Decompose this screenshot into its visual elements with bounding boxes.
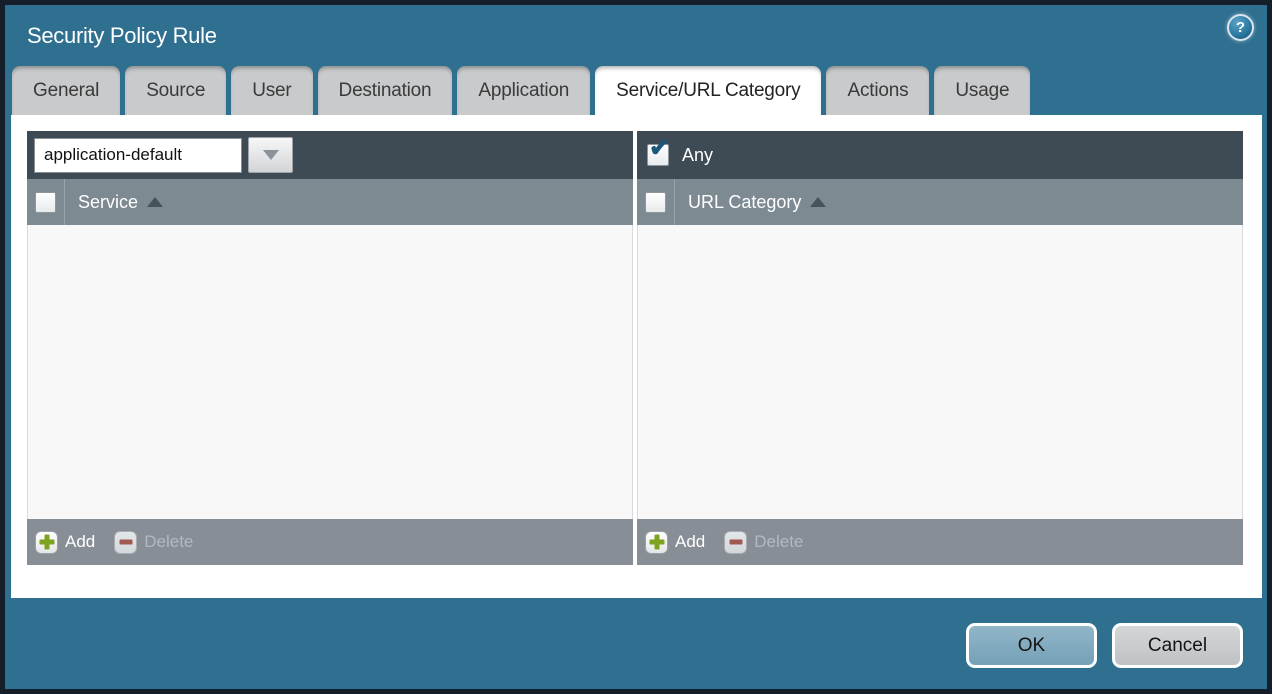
tab-service-url-category[interactable]: Service/URL Category [595,66,821,115]
tab-source[interactable]: Source [125,66,226,115]
any-label[interactable]: Any [682,145,713,166]
tab-user[interactable]: User [231,66,312,115]
chevron-down-icon [263,150,279,160]
delete-button-label: Delete [754,532,803,552]
url-category-delete-button[interactable]: Delete [724,531,803,554]
service-panel: ✔ Service Add Delete [27,131,633,565]
plus-icon [35,531,58,554]
service-type-dropdown-button[interactable] [248,137,293,173]
service-delete-button[interactable]: Delete [114,531,193,554]
dialog-titlebar: Security Policy Rule [5,5,1267,66]
service-select-all-cell: ✔ [27,179,65,225]
url-category-footer: Add Delete [637,519,1243,565]
url-category-select-all-cell: ✔ [637,179,675,225]
url-category-column-header: ✔ URL Category [637,179,1243,225]
service-column-label[interactable]: Service [78,192,138,213]
delete-button-label: Delete [144,532,193,552]
url-category-table-body[interactable] [637,225,1243,519]
tab-content: ✔ Service Add Delete [11,115,1262,598]
security-policy-rule-dialog: Security Policy Rule ? General Source Us… [0,0,1272,694]
add-button-label: Add [65,532,95,552]
page-title: Security Policy Rule [27,23,217,49]
url-category-add-button[interactable]: Add [645,531,705,554]
service-type-combobox [34,137,293,173]
tab-bar: General Source User Destination Applicat… [12,66,1030,115]
tab-destination[interactable]: Destination [318,66,453,115]
url-category-toolbar: ✔ Any [637,131,1243,179]
url-category-panel: ✔ Any ✔ URL Category [637,131,1243,565]
tab-application[interactable]: Application [457,66,590,115]
cancel-button[interactable]: Cancel [1112,623,1243,668]
tab-general[interactable]: General [12,66,120,115]
dialog-action-buttons: OK Cancel [966,623,1243,668]
tab-actions[interactable]: Actions [826,66,929,115]
service-table-body[interactable] [27,225,633,519]
service-column-header: ✔ Service [27,179,633,225]
service-select-all-checkbox[interactable]: ✔ [35,192,56,213]
url-category-column-label[interactable]: URL Category [688,192,801,213]
help-glyph: ? [1236,19,1245,36]
any-row: ✔ Any [644,144,713,166]
url-category-select-all-checkbox[interactable]: ✔ [645,192,666,213]
help-icon[interactable]: ? [1227,14,1254,41]
service-type-input[interactable] [34,138,242,173]
minus-icon [724,531,747,554]
any-checkbox[interactable]: ✔ [647,144,669,166]
sort-asc-icon [810,197,826,207]
ok-button[interactable]: OK [966,623,1097,668]
sort-asc-icon [147,197,163,207]
tab-usage[interactable]: Usage [934,66,1030,115]
plus-icon [645,531,668,554]
service-toolbar [27,131,633,179]
service-add-button[interactable]: Add [35,531,95,554]
minus-icon [114,531,137,554]
service-footer: Add Delete [27,519,633,565]
add-button-label: Add [675,532,705,552]
check-icon: ✔ [649,136,670,161]
